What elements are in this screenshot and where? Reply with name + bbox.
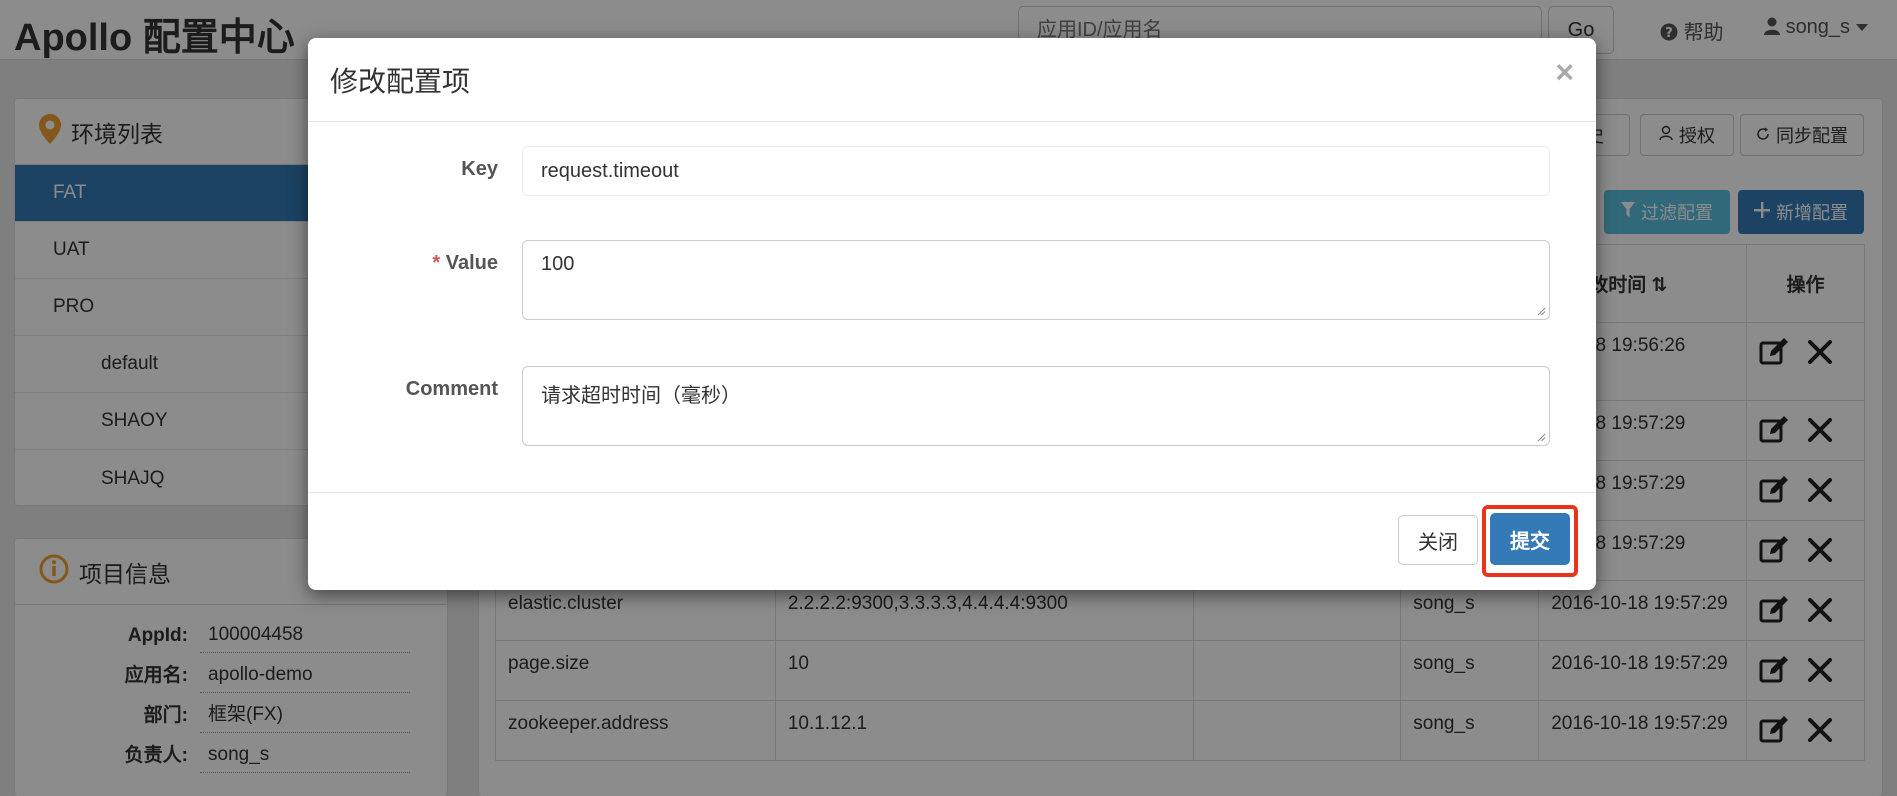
- value-textarea[interactable]: 100: [522, 240, 1550, 320]
- resize-handle-icon[interactable]: [1536, 306, 1546, 316]
- value-label: Value: [445, 252, 498, 274]
- edit-config-modal: 修改配置项 × Key * Value 100 Comment 请求超时时间（毫…: [308, 38, 1596, 590]
- close-button[interactable]: 关闭: [1398, 515, 1478, 565]
- comment-label: Comment: [405, 378, 498, 400]
- comment-textarea[interactable]: 请求超时时间（毫秒）: [522, 366, 1550, 446]
- modal-footer: 关闭 提交: [308, 492, 1596, 590]
- comment-text: 请求超时时间（毫秒）: [541, 385, 741, 407]
- modal-header: 修改配置项 ×: [308, 38, 1596, 122]
- required-mark: *: [432, 252, 441, 274]
- close-icon[interactable]: ×: [1555, 56, 1574, 88]
- key-label: Key: [461, 158, 498, 180]
- submit-button[interactable]: 提交: [1490, 513, 1570, 565]
- modal-title: 修改配置项: [330, 66, 471, 97]
- value-label-wrap: * Value: [308, 252, 498, 275]
- value-text: 100: [541, 253, 575, 275]
- key-field[interactable]: [522, 146, 1550, 196]
- resize-handle-icon[interactable]: [1536, 432, 1546, 442]
